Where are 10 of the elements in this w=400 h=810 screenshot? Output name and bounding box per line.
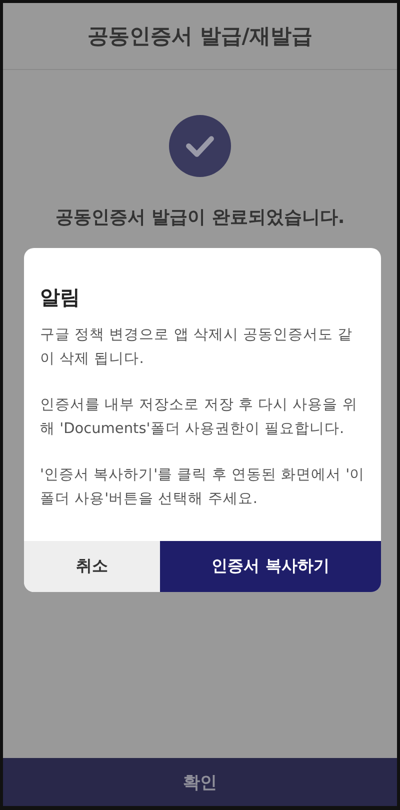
cancel-button[interactable]: 취소 [24,541,160,592]
dialog-paragraph: 인증서를 내부 저장소로 저장 후 다시 사용을 위해 'Documents'폴더 사용권한이 필요합니다. [40,396,358,439]
confirm-button[interactable]: 확인 [3,758,397,806]
copy-certificate-button[interactable]: 인증서 복사하기 [160,541,381,592]
dialog-paragraph: 구글 정책 변경으로 앱 삭제시 공동인증서도 같이 삭제 됩니다. [40,326,354,369]
dialog-paragraph: '인증서 복사하기'를 클릭 후 연동된 화면에서 '이 폴더 사용'버튼을 선택해 주세요. [40,466,365,509]
completion-message: 공동인증서 발급이 완료되었습니다. [55,206,345,229]
check-icon [169,115,231,177]
dialog-title: 알림 [40,284,80,311]
page-title: 공동인증서 발급/재발급 [88,23,312,50]
